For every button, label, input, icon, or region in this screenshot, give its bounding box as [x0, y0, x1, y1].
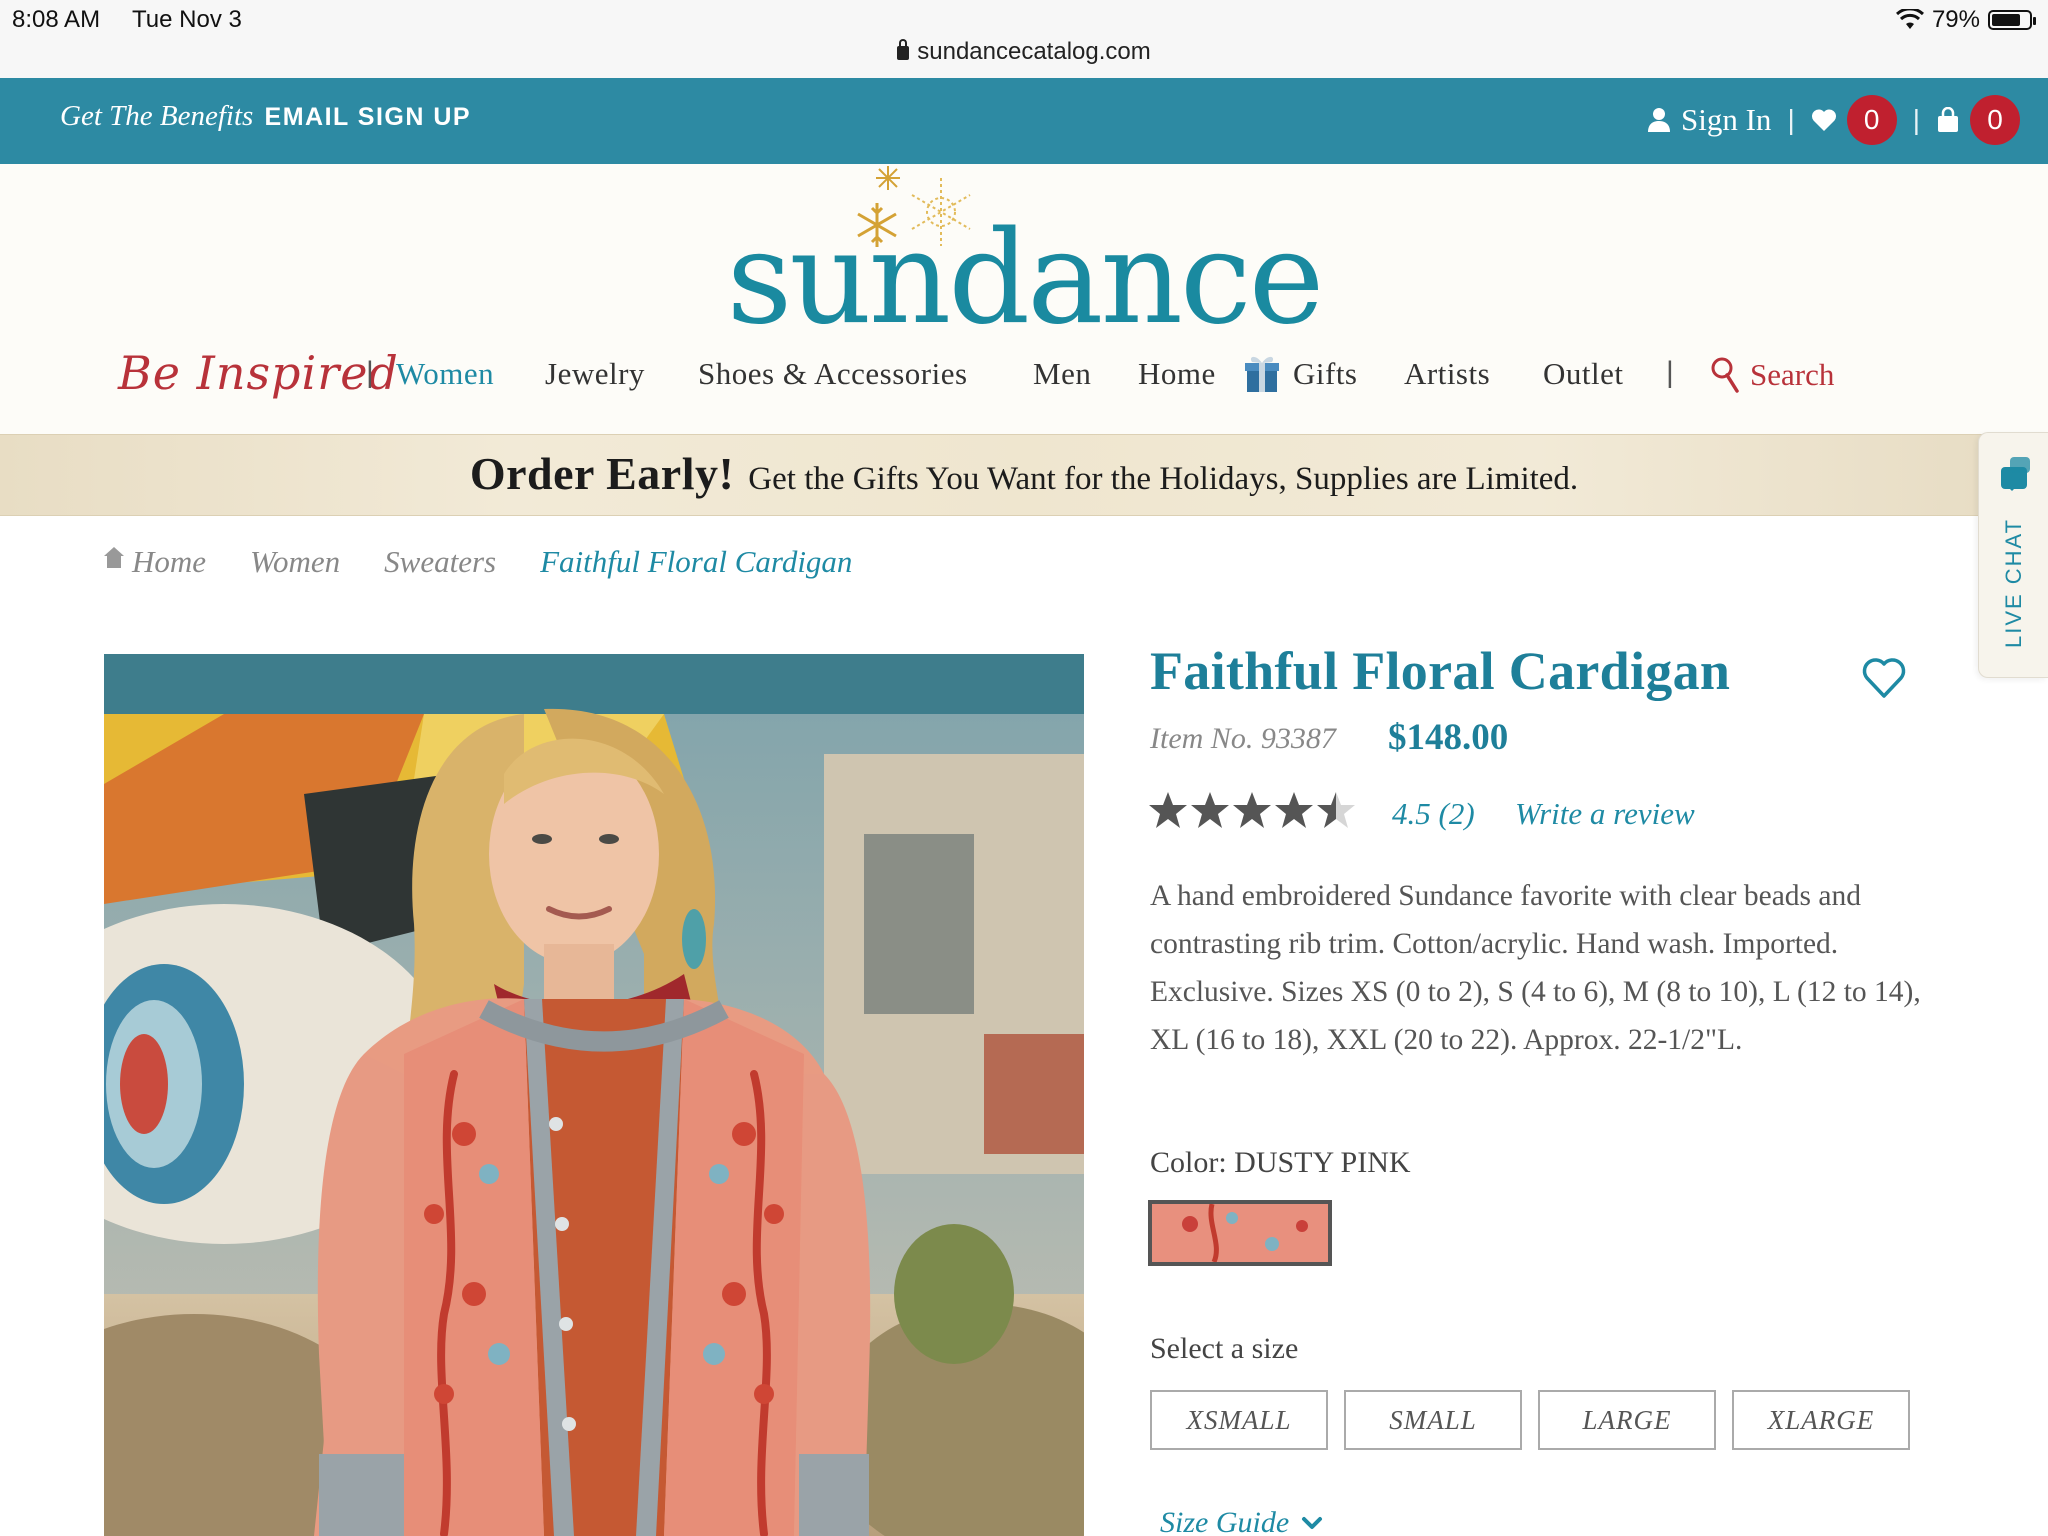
search-button[interactable]: Search	[1710, 356, 1834, 394]
size-option-xsmall[interactable]: XSMALL	[1150, 1390, 1328, 1450]
breadcrumb-home-label: Home	[132, 544, 207, 579]
chevron-down-icon	[1302, 1517, 1323, 1529]
promo-headline: Order Early!	[469, 448, 735, 499]
user-icon	[1648, 108, 1670, 132]
breadcrumb-home[interactable]: Home	[104, 544, 206, 580]
chat-bubble-icon	[2001, 457, 2030, 491]
star-icon	[1317, 792, 1355, 828]
select-size-label: Select a size	[1150, 1332, 1299, 1365]
wifi-icon	[1895, 9, 1924, 29]
email-signup-link[interactable]: Get The Benefits EMAIL SIGN UP	[60, 100, 471, 133]
divider: |	[1787, 104, 1795, 135]
cart-count-badge[interactable]: 0	[1970, 95, 2020, 145]
live-chat-tab[interactable]: LIVE CHAT	[1978, 432, 2048, 678]
nav-item-shoes-accessories[interactable]: Shoes & Accessories	[698, 356, 968, 392]
product-title: Faithful Floral Cardigan	[1150, 641, 1731, 701]
status-time: 8:08 AM	[12, 6, 101, 33]
battery-icon	[1988, 10, 2036, 30]
status-right: 79%	[1895, 6, 2036, 34]
main-nav: Be Inspired | Women Jewelry Shoes & Acce…	[0, 346, 2048, 412]
divider: |	[1666, 356, 1674, 389]
nav-item-jewelry[interactable]: Jewelry	[545, 356, 645, 392]
size-option-xlarge[interactable]: XLARGE	[1732, 1390, 1910, 1450]
star-icon	[1149, 792, 1187, 828]
utility-bar: Get The Benefits EMAIL SIGN UP Sign In |…	[0, 78, 2048, 164]
write-review-link[interactable]: Write a review	[1515, 796, 1695, 832]
size-guide-toggle[interactable]: Size Guide	[1160, 1506, 1323, 1536]
size-options: XSMALL SMALL LARGE XLARGE	[1150, 1390, 1910, 1450]
benefits-text: Get The Benefits	[60, 100, 254, 132]
nav-item-artists[interactable]: Artists	[1404, 356, 1490, 392]
star-icon	[1233, 792, 1271, 828]
product-price: $148.00	[1388, 717, 1509, 758]
breadcrumb-sweaters[interactable]: Sweaters	[384, 544, 496, 580]
status-bar: 8:08 AM Tue Nov 3 79% sundancecatalog.co…	[0, 0, 2048, 78]
nav-item-men[interactable]: Men	[1033, 356, 1091, 392]
home-icon	[104, 547, 124, 571]
product-description: A hand embroidered Sundance favorite wit…	[1150, 880, 1921, 1056]
search-icon	[1711, 357, 1739, 393]
snowflake-icon	[857, 203, 897, 247]
wishlist-count-badge[interactable]: 0	[1846, 95, 1897, 145]
sign-in-link[interactable]: Sign In	[1681, 102, 1771, 138]
product-details: Faithful Floral Cardigan	[1150, 640, 1950, 702]
item-number: Item No. 93387	[1150, 722, 1336, 755]
product-photo-illustration	[104, 654, 1084, 1536]
nav-item-women[interactable]: Women	[396, 356, 494, 392]
breadcrumb-women[interactable]: Women	[250, 544, 340, 580]
battery-level-fill	[1992, 14, 2021, 26]
wishlist-heart-icon[interactable]	[1811, 108, 1837, 132]
size-option-large[interactable]: LARGE	[1538, 1390, 1716, 1450]
shopping-bag-icon[interactable]	[1936, 107, 1960, 133]
promo-banner[interactable]: Order Early! Get the Gifts You Want for t…	[0, 434, 2048, 516]
size-option-small[interactable]: SMALL	[1344, 1390, 1522, 1450]
address-bar[interactable]: sundancecatalog.com	[0, 38, 2048, 66]
divider: |	[1912, 104, 1920, 135]
divider: |	[366, 356, 374, 389]
size-guide-label: Size Guide	[1160, 1506, 1290, 1536]
account-area: Sign In | 0 | 0	[1647, 95, 2020, 145]
lock-icon	[897, 39, 910, 60]
promo-text: Get the Gifts You Want for the Holidays,…	[748, 461, 1579, 497]
sundance-logo[interactable]: sundance	[0, 204, 2048, 353]
product-image[interactable]	[104, 654, 1084, 1536]
email-signup-text: EMAIL SIGN UP	[264, 103, 472, 131]
snowflake-icon	[911, 178, 971, 246]
search-label: Search	[1750, 357, 1835, 392]
status-date: Tue Nov 3	[132, 6, 242, 33]
breadcrumb: Home Women Sweaters Faithful Floral Card…	[104, 544, 896, 580]
nav-item-gifts[interactable]: Gifts	[1293, 356, 1358, 392]
be-inspired-link[interactable]: Be Inspired	[118, 346, 399, 400]
star-icon	[1191, 792, 1229, 828]
rating-summary-link[interactable]: 4.5 (2)	[1392, 796, 1475, 832]
color-swatch-dusty-pink[interactable]	[1148, 1200, 1332, 1266]
small-star-icon	[876, 166, 900, 190]
color-label: Color: DUSTY PINK	[1150, 1146, 1411, 1179]
add-to-wishlist-heart-icon[interactable]	[1862, 656, 1906, 700]
gift-box-icon	[1245, 356, 1279, 392]
breadcrumb-current: Faithful Floral Cardigan	[540, 544, 853, 579]
star-icon	[1275, 792, 1313, 828]
swatch-pattern	[1152, 1204, 1328, 1262]
nav-item-outlet[interactable]: Outlet	[1543, 356, 1624, 392]
battery-percent: 79%	[1931, 6, 1980, 33]
star-rating[interactable]	[1148, 790, 1356, 830]
url-text: sundancecatalog.com	[917, 38, 1151, 65]
live-chat-label: LIVE CHAT	[2001, 517, 2026, 649]
nav-item-home[interactable]: Home	[1138, 356, 1216, 392]
